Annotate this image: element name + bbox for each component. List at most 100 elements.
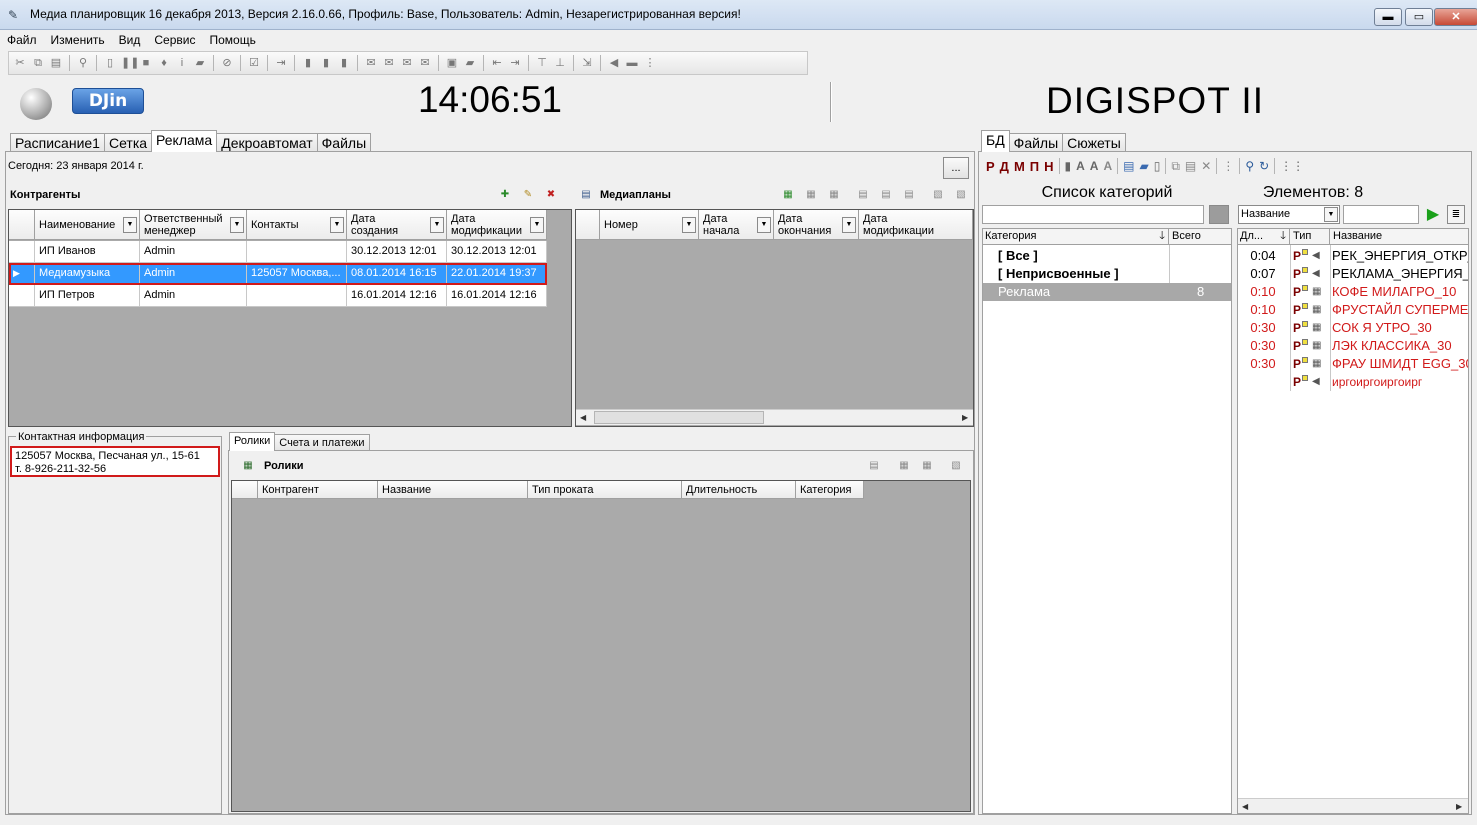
speaker-icon[interactable]: ◀ [607,56,621,70]
new-doc-icon[interactable]: ▤ [1123,159,1134,173]
stop-icon[interactable]: ■ [139,56,153,70]
filter-d[interactable]: Д [1000,159,1009,174]
mail-in-icon[interactable]: ✉ [382,56,396,70]
comment-icon[interactable]: ▰ [193,56,207,70]
chevron-down-icon[interactable]: ▼ [123,217,137,233]
block-icon[interactable]: ▮ [1065,159,1072,173]
col-clip-type[interactable]: Тип проката [528,481,682,499]
move-left-icon[interactable]: ⇤ [490,56,504,70]
category-search-button[interactable] [1209,205,1229,224]
tab-db[interactable]: БД [981,130,1010,152]
element-row[interactable]: 0:30 P ▦ ЛЭК КЛАССИКА_30 [1238,337,1468,355]
font-a2-icon[interactable]: A [1090,159,1099,173]
mediaplan-copy-icon[interactable]: ▧ [953,187,969,203]
col-contacts-header[interactable]: Контакты ▼ [247,210,347,240]
close-button[interactable]: ✕ [1434,8,1477,26]
copy-icon[interactable]: ⧉ [31,56,45,70]
col-number-header[interactable]: Номер ▼ [600,210,699,240]
edit-contractor-icon[interactable]: ✎ [520,187,536,203]
chevron-down-icon[interactable]: ▼ [430,217,444,233]
tab-advert[interactable]: Реклама [151,130,218,152]
block-icon-3[interactable]: ▮ [337,56,351,70]
scroll-thumb[interactable] [594,411,764,424]
cut-icon[interactable]: ✂ [13,56,27,70]
col-mod-header[interactable]: Дата модификации [859,210,973,240]
document-icon[interactable]: ▯ [103,56,117,70]
list-icon[interactable]: ⋮ [1222,159,1234,173]
mic-icon[interactable]: ♦ [157,56,171,70]
mediaplan-table-icon[interactable]: ▤ [901,187,917,203]
paste-icon[interactable]: ▤ [49,56,63,70]
tab-decroautomat[interactable]: Декроавтомат [216,133,318,152]
clips-delete-icon[interactable]: ▦ [919,458,935,474]
more-button[interactable]: ... [943,157,969,179]
align-top-icon[interactable]: ⊤ [535,56,549,70]
tab-schedule[interactable]: Расписание1 [10,133,105,152]
chevron-down-icon[interactable]: ▼ [330,217,344,233]
col-category-header[interactable]: Категория 🡓 [983,229,1169,245]
element-row[interactable]: P ◀ иргоиргоиргоирг [1238,373,1468,391]
move-right-icon[interactable]: ⇥ [508,56,522,70]
font-a3-icon[interactable]: A [1103,159,1112,173]
mail-out-icon[interactable]: ✉ [400,56,414,70]
sort-select[interactable]: Название ▼ [1238,205,1340,224]
filter-h[interactable]: Н [1044,159,1053,174]
open-folder-icon[interactable]: ▰ [1139,159,1148,173]
search-icon[interactable]: ⚲ [1245,159,1254,173]
check-icon[interactable]: ☑ [247,56,261,70]
menu-service[interactable]: Сервис [147,31,202,49]
minimize-button[interactable]: ▬ [1374,8,1402,26]
menu-file[interactable]: Файл [0,31,44,49]
clips-edit-icon[interactable]: ▦ [896,458,912,474]
mediaplan-list-icon[interactable]: ▤ [878,187,894,203]
col-modified-header[interactable]: Дата модификации ▼ [447,210,547,240]
element-row[interactable]: 0:30 P ▦ ФРАУ ШМИДТ EGG_30 [1238,355,1468,373]
pause-icon[interactable]: ❚❚ [121,56,139,70]
chevron-down-icon[interactable]: ▼ [757,217,771,233]
minus-icon[interactable]: ▬ [625,56,639,70]
paste-icon[interactable]: ▤ [1185,159,1196,173]
find-icon[interactable]: ⚲ [76,56,90,70]
category-search-input[interactable] [982,205,1204,224]
mail-fwd-icon[interactable]: ✉ [418,56,432,70]
clips-export-icon[interactable]: ▧ [948,458,964,474]
category-all[interactable]: [ Все ] [983,247,1169,265]
delete-mediaplan-icon[interactable]: ▦ [826,187,842,203]
mediaplan-doc-icon[interactable]: ▤ [855,187,871,203]
menu-edit[interactable]: Изменить [44,31,112,49]
element-row[interactable]: 0:30 P ▦ СОК Я УТРО_30 [1238,319,1468,337]
col-manager-header[interactable]: Ответственный менеджер ▼ [140,210,247,240]
category-unassigned[interactable]: [ Неприсвоенные ] [983,265,1169,283]
col-name-header[interactable]: Наименование ▼ [35,210,140,240]
play-icon[interactable]: ▶ [1423,205,1443,224]
menu-help[interactable]: Помощь [202,31,262,49]
contact-info-box[interactable]: 125057 Москва, Песчаная ул., 15-61 т. 8-… [10,446,220,477]
maximize-button[interactable]: ▭ [1405,8,1433,26]
tab-grid[interactable]: Сетка [103,133,153,152]
align-bottom-icon[interactable]: ⊥ [553,56,567,70]
delete-contractor-icon[interactable]: ✖ [543,187,559,203]
doc-icon[interactable]: ▯ [1154,159,1161,173]
filter-n[interactable]: П [1030,159,1039,174]
folder-icon[interactable]: ▰ [463,56,477,70]
add-contractor-icon[interactable]: ✚ [497,187,513,203]
element-row[interactable]: 0:10 P ▦ КОФЕ МИЛАГРО_10 [1238,283,1468,301]
list-icon[interactable]: ⋮ [643,56,657,70]
col-total-header[interactable]: Всего [1169,229,1231,245]
element-row[interactable]: 0:10 P ▦ ФРУСТАЙЛ СУПЕРМЕ [1238,301,1468,319]
block-icon-1[interactable]: ▮ [301,56,315,70]
element-search-input[interactable] [1343,205,1419,224]
col-end-header[interactable]: Дата окончания ▼ [774,210,859,240]
block-icon-2[interactable]: ▮ [319,56,333,70]
chevron-down-icon[interactable]: ▼ [682,217,696,233]
filter-m[interactable]: М [1014,159,1025,174]
category-advert[interactable]: Реклама 8 [983,283,1231,301]
tab-right-files[interactable]: Файлы [1008,133,1064,152]
col-clip-name[interactable]: Название [378,481,528,499]
col-clip-contractor[interactable]: Контрагент [258,481,378,499]
cancel-icon[interactable]: ⊘ [220,56,234,70]
filter-p[interactable]: P [986,159,995,174]
col-clip-category[interactable]: Категория [796,481,864,499]
chevron-down-icon[interactable]: ▼ [530,217,544,233]
save-icon[interactable]: ▣ [445,56,459,70]
